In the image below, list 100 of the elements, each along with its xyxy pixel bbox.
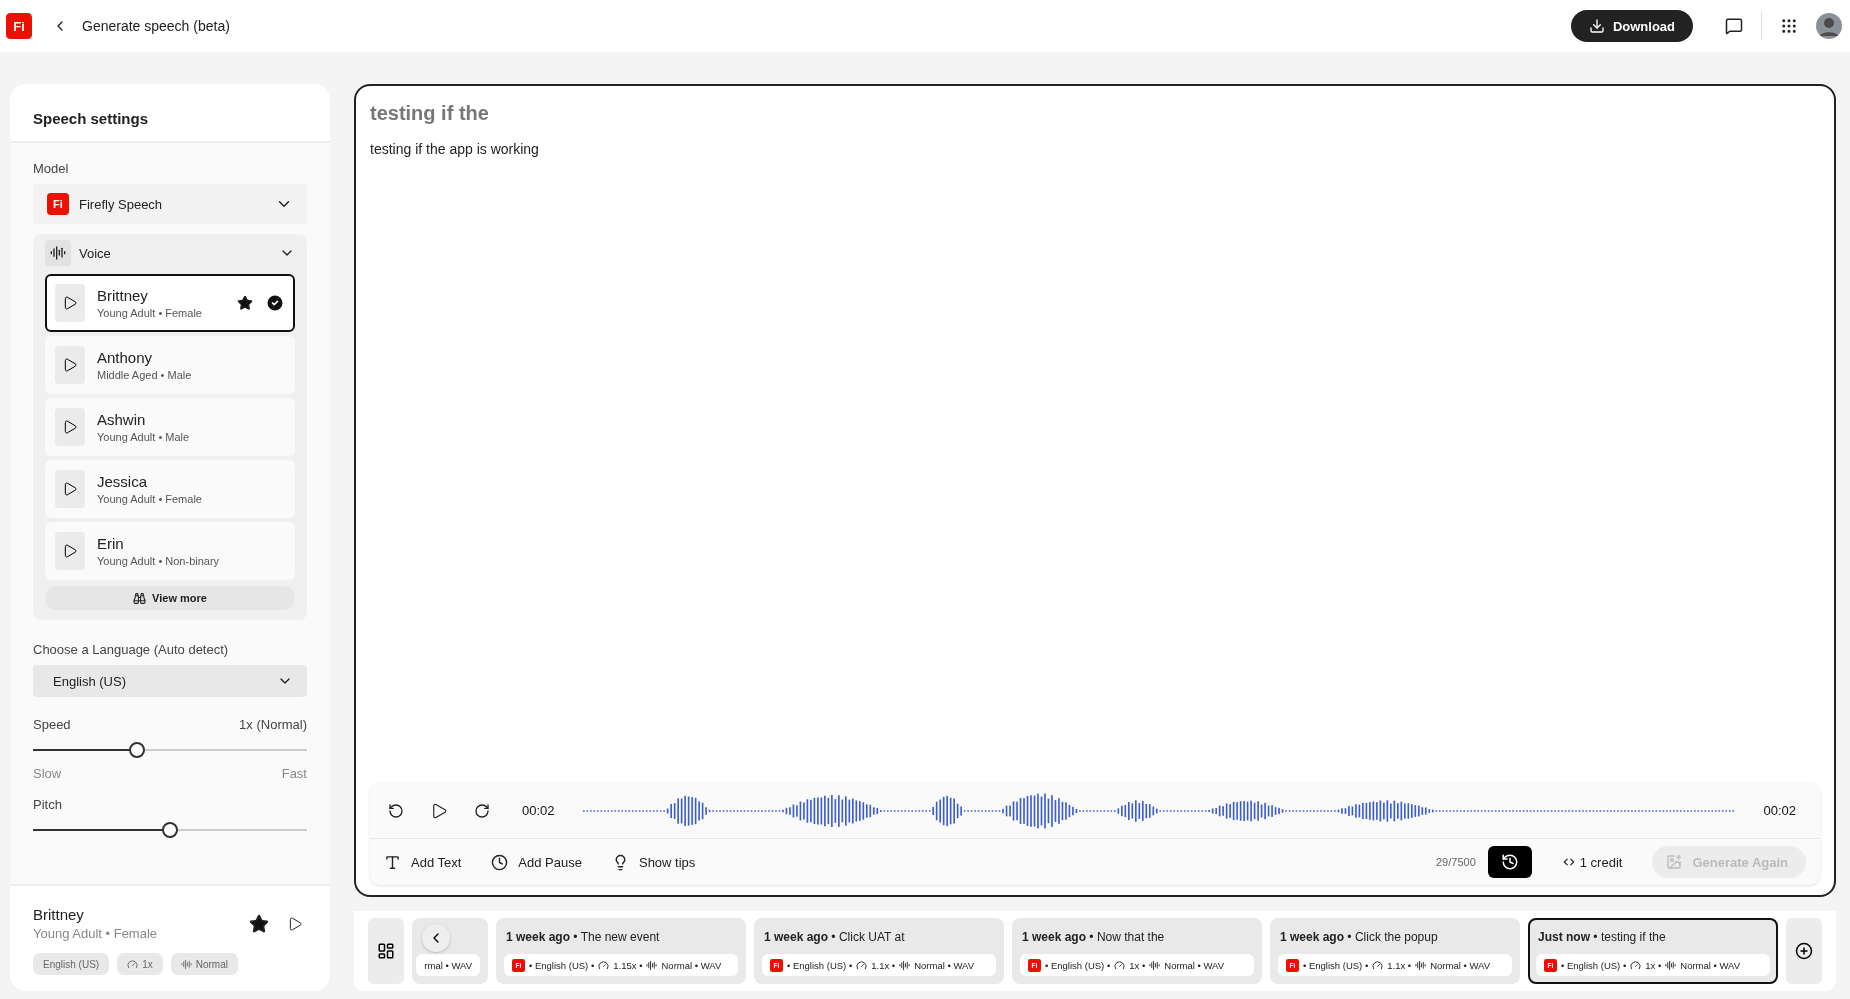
waveform-icon: [899, 959, 911, 971]
voice-description: Young Adult • Non-binary: [97, 555, 221, 567]
history-icon: [1500, 853, 1519, 871]
speed-text: 1.1x •: [871, 959, 896, 971]
add-button[interactable]: [1786, 918, 1822, 984]
avatar[interactable]: [1816, 13, 1842, 39]
slider-min-label: Slow: [33, 766, 62, 781]
binoculars-icon: [133, 591, 147, 605]
voice-name: Brittney: [33, 906, 85, 923]
waveform-icon: [1149, 959, 1161, 971]
gauge-icon: [598, 959, 610, 971]
slider-thumb[interactable]: [129, 742, 146, 758]
gauge-icon: [127, 958, 139, 970]
voice-name: Erin: [97, 535, 125, 552]
app-logo: Fi: [6, 13, 32, 39]
format-text: Normal • WAV: [661, 959, 722, 971]
voice-name: Ashwin: [97, 411, 147, 428]
download-button[interactable]: Download: [1570, 10, 1693, 42]
play-button[interactable]: [55, 532, 85, 570]
language-text: • English (US) •: [787, 959, 853, 971]
format-text: Normal • WAV: [914, 959, 974, 971]
setting-chip: Normal: [170, 953, 238, 975]
gauge-icon: [856, 959, 868, 971]
tool-button[interactable]: Show tips: [611, 853, 696, 871]
speech-title: testing if the: [370, 102, 490, 125]
waveform-icon: [646, 959, 658, 971]
model-dropdown[interactable]: Fi Firefly Speech: [33, 184, 307, 224]
slider-track[interactable]: [33, 741, 307, 759]
language-text: • English (US) •: [1045, 959, 1111, 971]
back-button[interactable]: Generate speech (beta): [46, 18, 236, 34]
speed-text: 1.1x •: [1387, 959, 1412, 971]
voice-card[interactable]: Ashwin Young Adult • Male: [45, 398, 295, 456]
history-title: 1 week ago • The new event: [505, 930, 661, 944]
layout-icon: [377, 942, 395, 960]
waveform-icon: [45, 240, 71, 266]
history-title: Just now • testing if the: [1537, 930, 1667, 944]
voice-section-header[interactable]: Voice: [45, 240, 295, 266]
play-button[interactable]: [55, 346, 85, 384]
tool-button[interactable]: Add Pause: [491, 853, 582, 871]
speech-text: testing if the app is working: [370, 141, 540, 159]
character-count: 29/7500: [1436, 856, 1476, 868]
voice-description: Young Adult • Female: [97, 307, 203, 319]
speed-text: 1x •: [1129, 959, 1146, 971]
model-logo: Fi: [47, 193, 69, 215]
language-text: • English (US) •: [529, 959, 595, 971]
text-icon: [384, 853, 401, 871]
history-card[interactable]: rmal • WAV: [412, 918, 488, 984]
grid-icon: [1780, 17, 1798, 35]
play-button[interactable]: [55, 284, 85, 322]
image-plus-icon: [1666, 854, 1683, 870]
play-icon: [62, 357, 78, 373]
star-icon[interactable]: [249, 913, 269, 934]
speed-text: 1.15x •: [613, 959, 643, 971]
play-icon: [287, 915, 303, 932]
rewind-icon: [388, 802, 404, 819]
voice-card[interactable]: Brittney Young Adult • Female: [45, 274, 295, 332]
speed-text: 1x •: [1645, 959, 1662, 971]
voice-description: Young Adult • Female: [97, 493, 203, 505]
format-text: Normal • WAV: [1680, 959, 1741, 971]
download-icon: [1588, 18, 1605, 34]
slider-label: Speed: [33, 717, 71, 732]
waveform-icon: [180, 958, 192, 970]
total-time: 00:02: [1763, 803, 1796, 818]
voice-card[interactable]: Anthony Middle Aged • Male: [45, 336, 295, 394]
voice-card[interactable]: Erin Young Adult • Non-binary: [45, 522, 295, 580]
history-meta: rmal • WAV: [416, 954, 480, 976]
play-button[interactable]: [55, 470, 85, 508]
setting-chip: English (US): [33, 953, 110, 975]
history-button[interactable]: [1487, 846, 1532, 878]
play-icon: [62, 419, 78, 435]
voice-description: Middle Aged • Male: [97, 369, 193, 381]
forward-icon: [474, 802, 490, 819]
check-icon: [265, 293, 285, 313]
add-icon: [1795, 942, 1813, 960]
previous-button[interactable]: [422, 924, 450, 952]
slider-thumb[interactable]: [162, 822, 178, 838]
play-button[interactable]: [55, 408, 85, 446]
format-text: Normal • WAV: [1430, 959, 1490, 971]
language-dropdown[interactable]: English (US): [33, 665, 307, 697]
view-more-button[interactable]: View more: [45, 586, 295, 610]
play-icon: [62, 543, 78, 559]
play-icon: [62, 295, 78, 311]
play-icon: [62, 481, 78, 497]
slider-track[interactable]: [33, 821, 307, 839]
layout-button[interactable]: [368, 918, 404, 984]
credit-cost: 1 credit: [1561, 854, 1623, 870]
slider-label: Pitch: [33, 797, 62, 812]
gauge-icon: [1372, 959, 1384, 971]
star-icon[interactable]: [237, 295, 253, 311]
history-title: 1 week ago • Now that the: [1021, 930, 1166, 944]
language-text: • English (US) •: [1303, 959, 1369, 971]
voice-name: Jessica: [97, 473, 149, 490]
chat-icon: [1725, 17, 1743, 35]
gauge-icon: [1114, 959, 1126, 971]
play-icon: [430, 801, 448, 820]
voice-card[interactable]: Jessica Young Adult • Female: [45, 460, 295, 518]
language-text: • English (US) •: [1561, 959, 1627, 971]
waveform-icon: [1415, 959, 1427, 971]
current-time: 00:02: [522, 803, 555, 818]
tool-button[interactable]: Add Text: [384, 853, 462, 871]
